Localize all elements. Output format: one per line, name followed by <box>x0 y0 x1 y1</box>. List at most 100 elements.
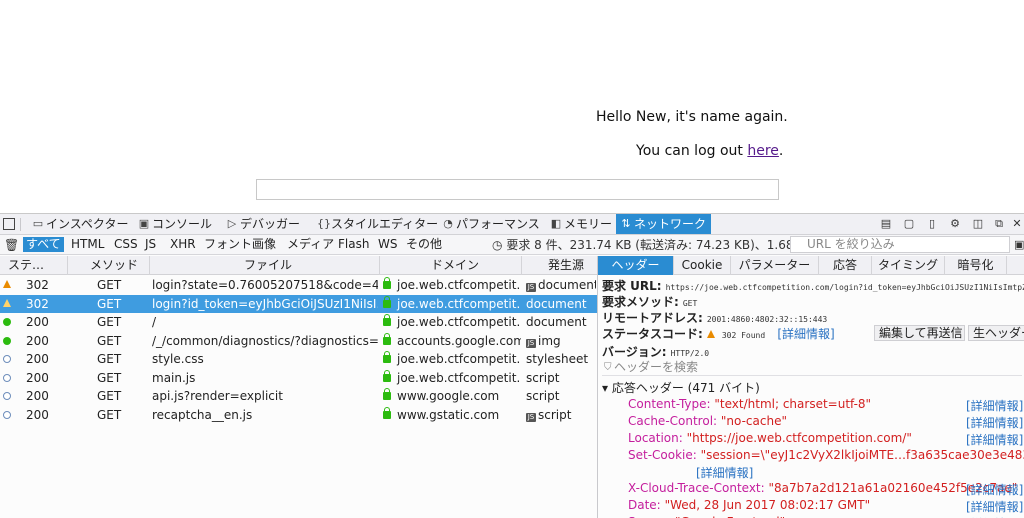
row-status: 302 <box>26 296 49 311</box>
network-icon: ⇅ <box>621 217 631 230</box>
tool-tab-debugger[interactable]: ▷ デバッガー <box>222 214 300 234</box>
element-picker-icon[interactable] <box>3 218 15 230</box>
logout-link[interactable]: here <box>747 143 779 159</box>
row-file: / <box>152 315 157 329</box>
tab-security[interactable]: 暗号化 <box>945 256 1007 275</box>
table-row[interactable]: 302 GET login?id_token=eyJhbGciOiJSUzI1NiI… <box>0 294 597 313</box>
tab-headers[interactable]: ヘッダー <box>598 256 674 275</box>
request-method-label: 要求メソッド: <box>602 295 679 309</box>
filter-html[interactable]: HTML <box>68 237 107 252</box>
table-row[interactable]: 200 GET api.js?render=explicit www.google.c… <box>0 387 597 406</box>
table-row[interactable]: 200 GET /_/common/diagnostics/?diagnostics… <box>0 332 597 351</box>
gear-icon[interactable]: ⚙ <box>949 218 961 230</box>
filter-fonts[interactable]: フォント <box>201 237 255 252</box>
header-more-info-link[interactable]: [詳細情報] <box>966 414 1023 431</box>
table-row[interactable]: 200 GET style.css joe.web.ctfcompetit… style… <box>0 350 597 369</box>
row-cause: JS document <box>526 276 596 294</box>
response-headers-title: 応答ヘッダー (471 バイト) <box>611 381 760 395</box>
filter-images[interactable]: 画像 <box>249 237 279 252</box>
filter-all[interactable]: すべて <box>23 237 64 252</box>
header-more-info-link[interactable]: [詳細情報] <box>696 464 753 481</box>
tool-tab-performance[interactable]: ◔ パフォーマンス <box>438 214 540 234</box>
cached-status-icon <box>3 410 11 419</box>
split-console-icon[interactable]: ▤ <box>880 218 892 230</box>
tool-tab-inspector[interactable]: ▭ インスペクター <box>28 214 129 234</box>
filter-ws[interactable]: WS <box>375 237 400 252</box>
row-domain: joe.web.ctfcompetit… <box>383 369 521 387</box>
filter-other[interactable]: その他 <box>403 237 445 252</box>
tab-cookies[interactable]: Cookie <box>674 256 731 275</box>
record-icon[interactable]: ▣ <box>1014 238 1024 251</box>
header-filter-input[interactable]: ヘッダーを検索 <box>602 360 1022 376</box>
tool-tab-label: コンソール <box>152 217 213 231</box>
column-method[interactable]: メソッド <box>90 256 146 275</box>
response-header: X-Cloud-Trace-Context: "8a7b7a2d121a61a0… <box>628 481 1017 495</box>
table-row[interactable]: 200 GET main.js joe.web.ctfcompetit… script <box>0 369 597 388</box>
header-more-info-link[interactable]: [詳細情報] <box>966 431 1023 448</box>
dock-side-icon[interactable]: ◫ <box>972 218 984 230</box>
tab-timings[interactable]: タイミング <box>872 256 945 275</box>
column-domain[interactable]: ドメイン <box>431 256 491 275</box>
logout-line: You can log out here. <box>636 143 783 159</box>
header-more-info-link[interactable]: [詳細情報] <box>966 481 1023 498</box>
edit-resend-button[interactable]: 編集して再送信 <box>874 325 965 341</box>
header-more-info-link[interactable]: [詳細情報] <box>966 397 1023 414</box>
request-method-row: 要求メソッド: GET <box>602 293 697 310</box>
responsive-design-icon[interactable]: ▯ <box>926 218 938 230</box>
header-name: Set-Cookie: <box>628 448 697 462</box>
status-code-value: 302 Found <box>721 331 766 340</box>
style-editor-icon: {} <box>317 217 331 230</box>
header-value: "session=\"eyJ1c2VyX2lkIjoiMTE…f3a635cae… <box>700 448 1024 462</box>
cached-status-icon <box>3 392 11 400</box>
filter-css[interactable]: CSS <box>111 237 141 252</box>
row-domain: www.google.com <box>383 387 521 405</box>
column-separator <box>521 256 522 275</box>
column-cause[interactable]: 発生源 <box>548 256 593 275</box>
table-row[interactable]: 200 GET / joe.web.ctfcompetit… document <box>0 313 597 332</box>
tool-tab-label: メモリー <box>564 217 613 231</box>
tool-tab-style-editor[interactable]: {} スタイルエディター <box>313 214 438 234</box>
row-domain: joe.web.ctfcompetit… <box>383 295 521 313</box>
network-summary: ◷ 要求 8 件、231.74 KB (転送済み: 74.23 KB)、1.68… <box>492 237 809 253</box>
response-headers-section[interactable]: ▾ 応答ヘッダー (471 バイト) <box>602 379 760 396</box>
tool-tab-network[interactable]: ⇅ ネットワーク <box>616 214 711 234</box>
raw-headers-button[interactable]: 生ヘッダー <box>968 325 1024 341</box>
header-more-info-link[interactable]: [詳細情報] <box>966 498 1023 515</box>
header-name: X-Cloud-Trace-Context: <box>628 481 765 495</box>
table-row[interactable]: 302 GET login?state=0.76005207518&code=4/x… <box>0 276 597 295</box>
url-filter-input[interactable]: URL を絞り込み <box>790 236 1010 253</box>
page-text-input[interactable] <box>256 179 779 200</box>
row-file: api.js?render=explicit <box>152 389 283 403</box>
header-value: "text/html; charset=utf-8" <box>714 397 872 411</box>
row-status: 200 <box>26 315 49 329</box>
status-more-info-link[interactable]: [詳細情報] <box>777 327 834 341</box>
close-icon[interactable]: ✕ <box>1011 218 1023 230</box>
summary-icon: ◷ <box>492 238 503 252</box>
chevron-down-icon: ▾ <box>602 381 609 395</box>
filter-flash[interactable]: Flash <box>335 237 372 252</box>
tool-tab-memory[interactable]: ◧ メモリー <box>546 214 612 234</box>
table-row[interactable]: 200 GET recaptcha__en.js www.gstatic.com JS s… <box>0 406 597 425</box>
column-status[interactable]: ステ… <box>8 256 63 275</box>
row-domain: joe.web.ctfcompetit… <box>383 276 521 294</box>
frame-select-icon[interactable]: ▢ <box>903 218 915 230</box>
tab-params[interactable]: パラメーター <box>731 256 819 275</box>
remote-address-row: リモートアドレス: 2001:4860:4802:32::15:443 <box>602 309 827 326</box>
filter-js[interactable]: JS <box>142 237 159 252</box>
lock-icon <box>383 314 391 326</box>
tool-tab-console[interactable]: ▣ コンソール <box>134 214 212 234</box>
greeting-text: Hello New, it's name again. <box>596 109 788 125</box>
row-status: 200 <box>26 352 49 366</box>
column-file[interactable]: ファイル <box>244 256 304 275</box>
separate-window-icon[interactable]: ⧉ <box>993 218 1005 230</box>
column-separator <box>149 256 150 275</box>
tab-response[interactable]: 応答 <box>819 256 872 275</box>
version-row: バージョン: HTTP/2.0 <box>602 343 709 360</box>
row-method: GET <box>97 389 122 403</box>
row-status: 200 <box>26 370 49 385</box>
trash-icon[interactable]: 🗑 <box>4 238 19 252</box>
row-method: GET <box>97 278 122 292</box>
web-page: Hello New, it's name again. You can log … <box>0 0 1024 213</box>
filter-xhr[interactable]: XHR <box>167 237 199 252</box>
filter-media[interactable]: メディア <box>284 237 337 252</box>
